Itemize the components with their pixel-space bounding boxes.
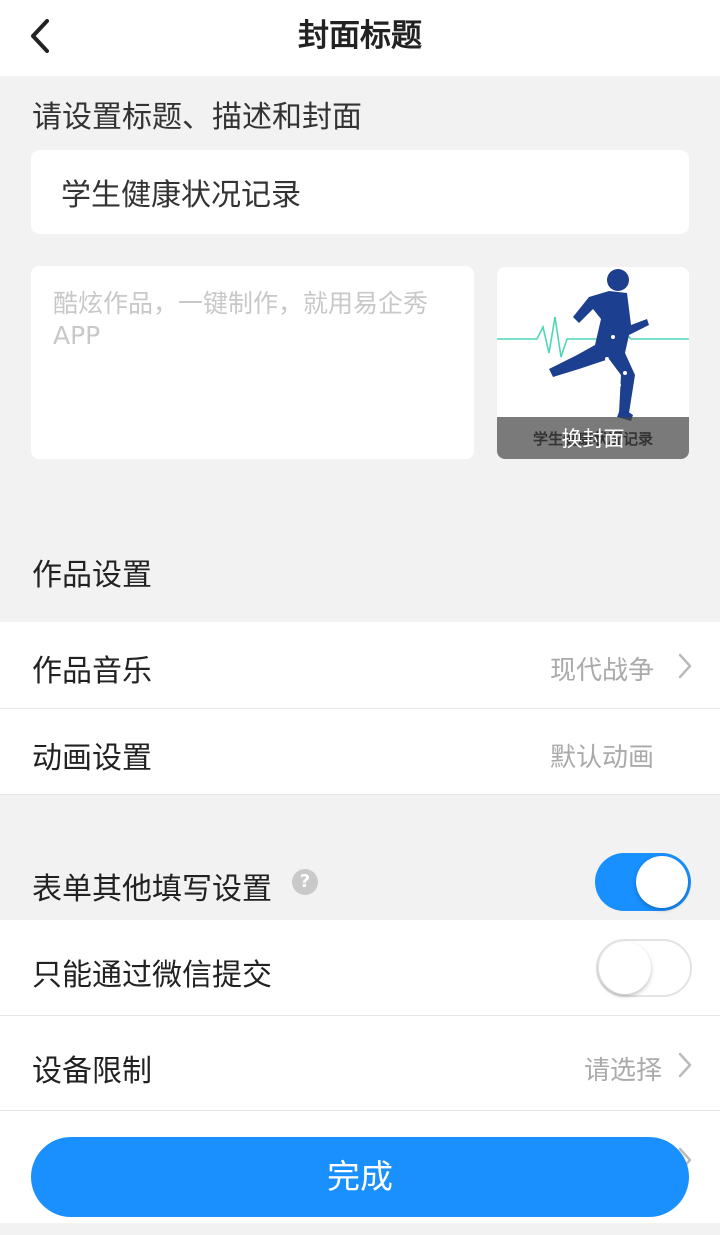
form-other-settings-toggle[interactable] (595, 853, 691, 911)
animation-value: 默认动画 (549, 743, 654, 773)
device-limit-value: 请选择 (583, 1056, 662, 1086)
device-limit-label: 设备限制 (32, 1054, 152, 1089)
toggle-knob (636, 856, 688, 908)
page-title: 封面标题 (298, 18, 422, 54)
toggle-knob (599, 942, 651, 994)
music-value: 现代战争 (549, 656, 654, 686)
music-row[interactable]: 作品音乐 现代战争 (0, 622, 720, 709)
device-limit-row[interactable]: 设备限制 请选择 (0, 1016, 720, 1111)
help-icon[interactable]: ? (292, 869, 318, 895)
animation-row[interactable]: 动画设置 默认动画 (0, 709, 720, 795)
wechat-only-row: 只能通过微信提交 (0, 920, 720, 1016)
change-cover-label: 换封面 (561, 427, 625, 451)
description-input[interactable] (31, 266, 474, 459)
chevron-right-icon (678, 653, 692, 679)
description-field[interactable] (31, 266, 474, 459)
music-label: 作品音乐 (32, 654, 152, 689)
nav-header: 封面标题 (0, 0, 720, 76)
animation-label: 动画设置 (32, 741, 152, 776)
done-button[interactable]: 完成 (31, 1137, 689, 1217)
section-hint: 请设置标题、描述和封面 (32, 100, 362, 135)
title-field[interactable] (31, 150, 689, 234)
change-cover-button[interactable]: 学生健康状况记录 换封面 (497, 417, 689, 459)
wechat-only-label: 只能通过微信提交 (32, 958, 272, 993)
work-settings-title: 作品设置 (32, 558, 152, 593)
chevron-right-icon (678, 1052, 692, 1078)
form-other-settings-label: 表单其他填写设置 (32, 872, 272, 907)
cover-image[interactable]: 学生健康状况记录 换封面 (497, 267, 689, 459)
wechat-only-toggle[interactable] (596, 939, 692, 997)
title-input[interactable] (31, 150, 689, 234)
